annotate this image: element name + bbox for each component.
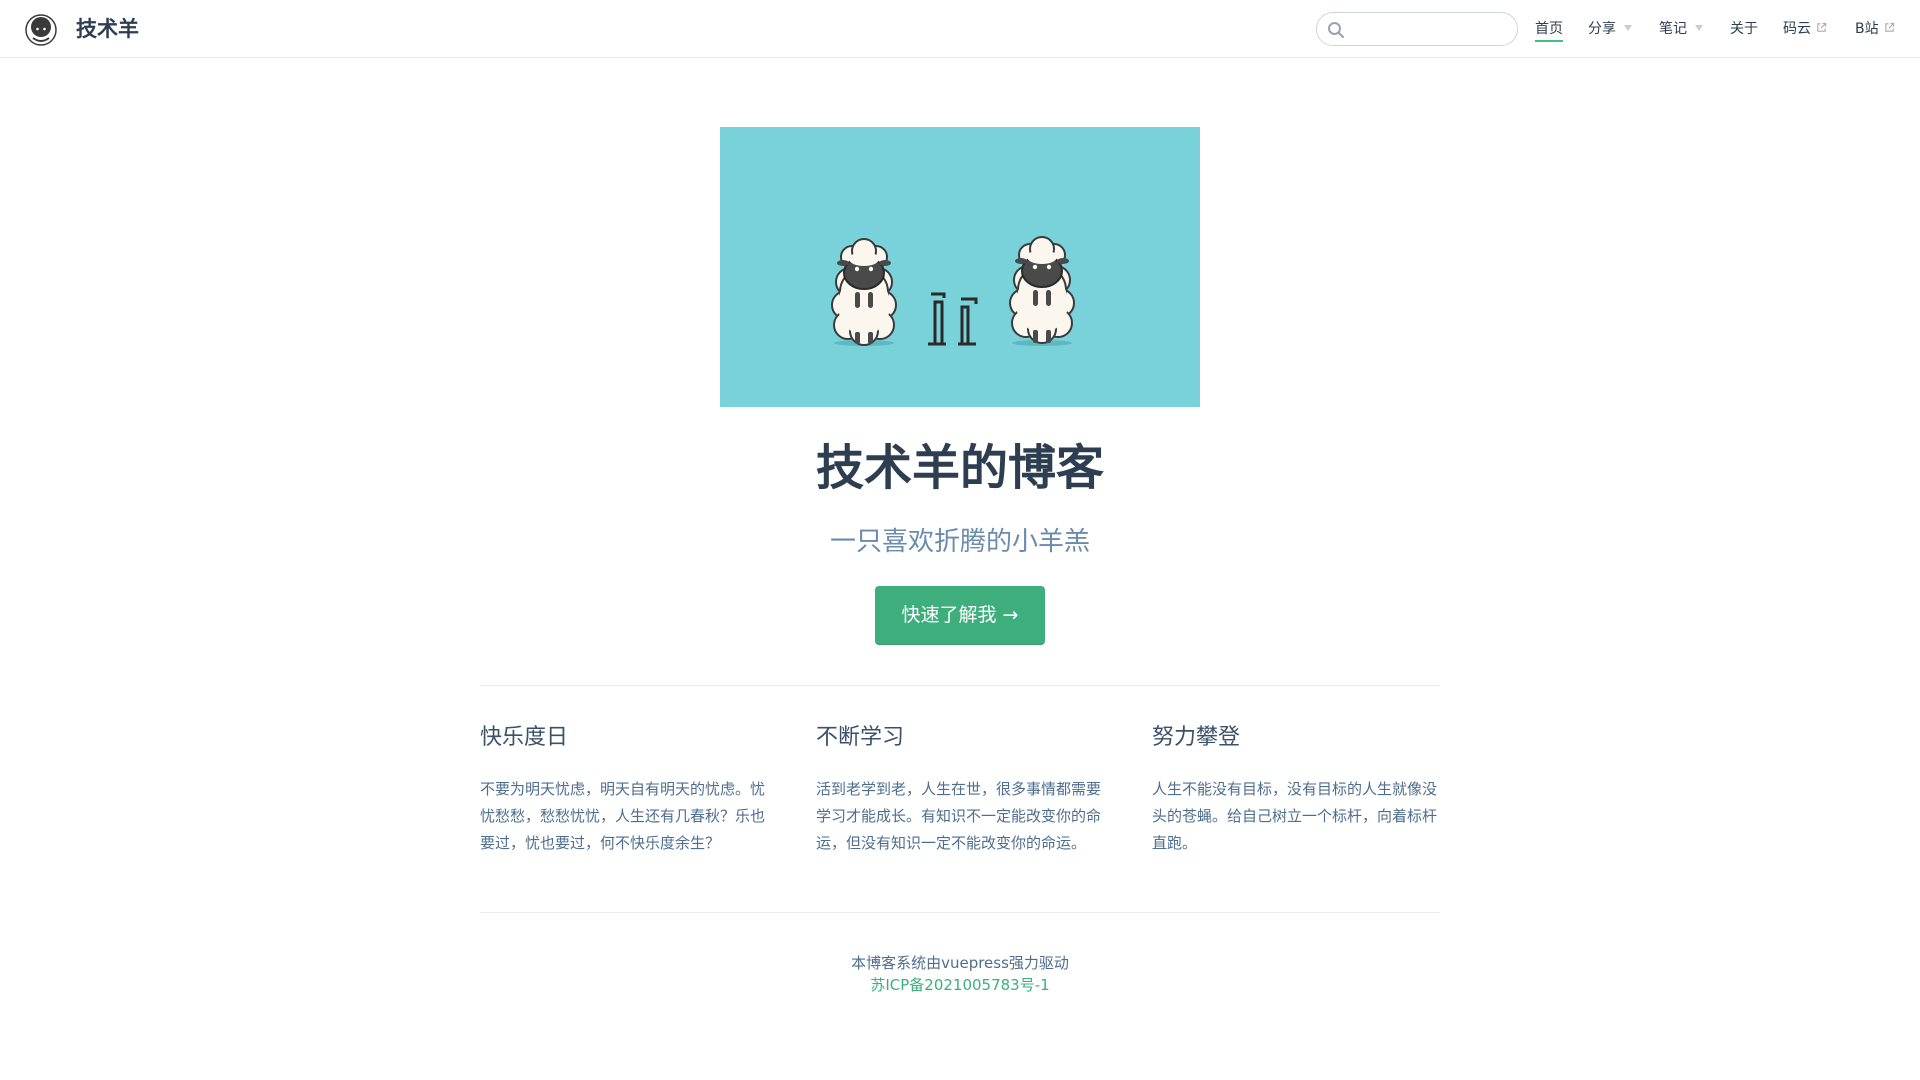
feature-details: 人生不能没有目标，没有目标的人生就像没头的苍蝇。给自己树立一个标杆，向着标杆直跑… <box>1152 780 1438 852</box>
feature-title: 努力攀登 <box>1152 725 1241 750</box>
feature-details: 不要为明天忧虑，明天自有明天的忧虑。忧忧愁愁，愁愁忧忧，人生还有几春秋？乐也要过… <box>480 780 766 852</box>
footer: 本博客系统由vuepress强力驱动 苏ICP备2021005783号-1 <box>0 952 1920 996</box>
feature-title: 不断学习 <box>816 725 905 750</box>
nav-item-bilibili[interactable]: B站 <box>1855 19 1895 39</box>
feature-details: 活到老学到老，人生在世，很多事情都需要学习才能成长。有知识不一定能改变你的命运，… <box>816 780 1102 852</box>
nav-item-notes[interactable]: 笔记 <box>1659 19 1703 39</box>
nav-item-share-label: 分享 <box>1588 21 1616 37</box>
nav-item-gitee[interactable]: 码云 <box>1783 19 1827 39</box>
feature-card: 不断学习 活到老学到老，人生在世，很多事情都需要学习才能成长。有知识不一定能改变… <box>816 718 1110 857</box>
action-button[interactable]: 快速了解我 → <box>875 586 1045 645</box>
nav-item-bilibili-label: B站 <box>1855 21 1879 37</box>
hero-description: 一只喜欢折腾的小羊羔 <box>829 527 1090 557</box>
sheep-left-illustration <box>831 238 897 346</box>
search-icon <box>1328 22 1345 39</box>
sheep-logo-icon[interactable] <box>25 14 57 46</box>
post-sticks-illustration <box>928 292 978 346</box>
feature-card: 快乐度日 不要为明天忧虑，明天自有明天的忧虑。忧忧愁愁，愁愁忧忧，人生还有几春秋… <box>480 718 774 857</box>
feature-title: 快乐度日 <box>480 725 569 750</box>
search-box[interactable] <box>1316 12 1518 46</box>
sheep-right-illustration <box>1009 236 1075 346</box>
hero-title: 技术羊的博客 <box>815 440 1104 496</box>
chevron-down-icon <box>1624 25 1632 31</box>
hero-image <box>720 127 1200 407</box>
footer-powered-by: 本博客系统由vuepress强力驱动 <box>851 954 1069 972</box>
external-link-icon <box>1884 22 1894 32</box>
nav-item-notes-label: 笔记 <box>1659 21 1687 37</box>
nav-item-home[interactable]: 首页 <box>1535 19 1563 42</box>
navbar: 技术羊 首页 分享 笔记 关于 码云 B站 <box>0 0 1920 58</box>
icp-link[interactable]: 苏ICP备2021005783号-1 <box>870 976 1049 994</box>
divider <box>480 685 1440 686</box>
nav-item-share[interactable]: 分享 <box>1588 19 1632 39</box>
nav-item-about[interactable]: 关于 <box>1730 19 1758 39</box>
site-name[interactable]: 技术羊 <box>76 16 139 42</box>
feature-card: 努力攀登 人生不能没有目标，没有目标的人生就像没头的苍蝇。给自己树立一个标杆，向… <box>1152 718 1446 857</box>
divider <box>480 912 1440 913</box>
nav-item-gitee-label: 码云 <box>1783 21 1811 37</box>
chevron-down-icon <box>1695 25 1703 31</box>
search-input[interactable] <box>1351 18 1506 40</box>
external-link-icon <box>1817 22 1827 32</box>
